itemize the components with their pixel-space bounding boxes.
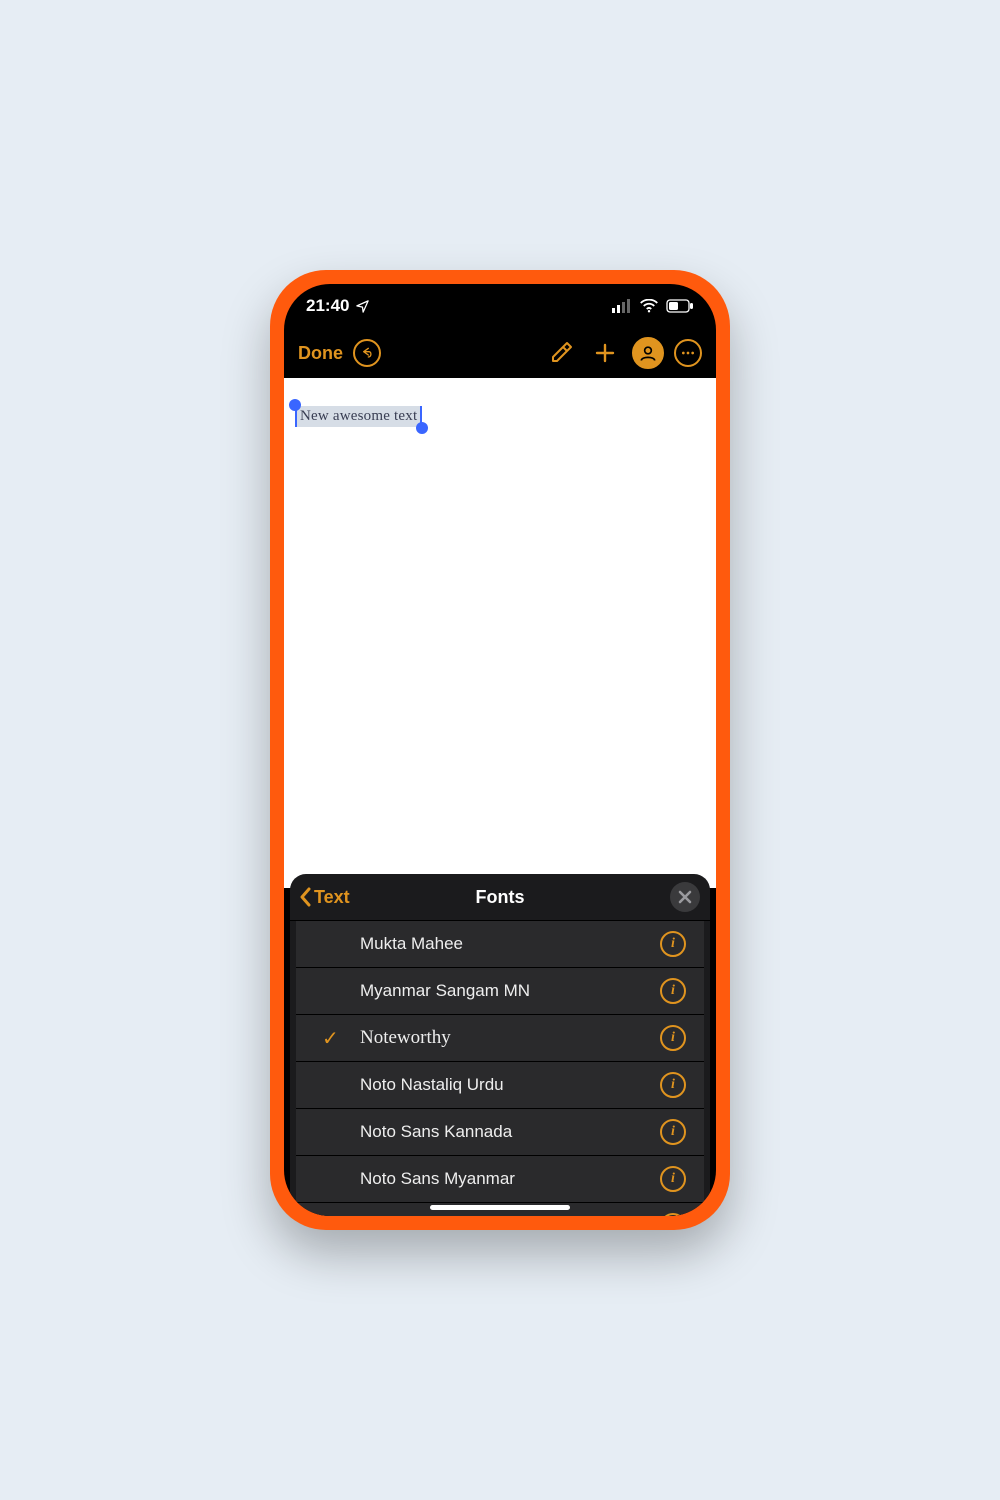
info-icon[interactable]: i <box>660 1072 686 1098</box>
battery-icon <box>666 299 694 313</box>
brush-button[interactable] <box>544 336 578 370</box>
font-row[interactable]: Noto Sans Myanmar i <box>296 1155 704 1202</box>
font-row[interactable]: Mukta Mahee i <box>296 921 704 967</box>
editor-toolbar: Done <box>284 328 716 378</box>
fonts-panel-title: Fonts <box>476 887 525 908</box>
screen: 21:40 Done <box>284 284 716 1216</box>
home-indicator[interactable] <box>430 1205 570 1210</box>
info-icon[interactable]: i <box>660 978 686 1004</box>
font-row[interactable]: Noto Nastaliq Urdu i <box>296 1061 704 1108</box>
collaborate-button[interactable] <box>632 337 664 369</box>
done-button[interactable]: Done <box>298 343 343 364</box>
selected-text[interactable]: New awesome text <box>296 406 421 427</box>
font-name: Noteworthy <box>360 1027 451 1049</box>
fonts-panel: Text Fonts Mukta Mahee i Myanmar Sangam … <box>290 874 710 1216</box>
fonts-panel-header: Text Fonts <box>290 874 710 921</box>
selection-handle-end[interactable] <box>416 422 428 434</box>
info-icon[interactable]: i <box>660 1213 686 1216</box>
notch <box>415 284 585 314</box>
font-name: Noto Sans Myanmar <box>360 1169 515 1189</box>
document-canvas[interactable]: New awesome text <box>284 378 716 888</box>
font-row[interactable]: Myanmar Sangam MN i <box>296 967 704 1014</box>
info-icon[interactable]: i <box>660 1166 686 1192</box>
chevron-left-icon <box>298 887 312 907</box>
font-name: Mukta Mahee <box>360 934 463 954</box>
status-time: 21:40 <box>306 296 349 316</box>
phone-frame: 21:40 Done <box>270 270 730 1230</box>
info-icon[interactable]: i <box>660 1119 686 1145</box>
close-icon <box>678 890 692 904</box>
check-icon: ✓ <box>322 1026 339 1051</box>
wifi-icon <box>640 299 658 313</box>
selection-handle-start[interactable] <box>289 399 301 411</box>
close-button[interactable] <box>670 882 700 912</box>
font-row-selected[interactable]: ✓ Noteworthy i <box>296 1014 704 1061</box>
font-name: Myanmar Sangam MN <box>360 981 530 1001</box>
fonts-list[interactable]: Mukta Mahee i Myanmar Sangam MN i ✓ Note… <box>296 921 704 1216</box>
add-button[interactable] <box>588 336 622 370</box>
font-row[interactable]: Noto Sans Kannada i <box>296 1108 704 1155</box>
signal-icon <box>612 299 632 313</box>
back-button[interactable]: Text <box>298 874 350 920</box>
back-label: Text <box>314 887 350 908</box>
font-name: Noto Sans Kannada <box>360 1122 512 1142</box>
info-icon[interactable]: i <box>660 1025 686 1051</box>
more-button[interactable] <box>674 339 702 367</box>
info-icon[interactable]: i <box>660 931 686 957</box>
font-name: Noto Nastaliq Urdu <box>360 1075 504 1095</box>
undo-button[interactable] <box>353 339 381 367</box>
location-arrow-icon <box>355 299 370 314</box>
